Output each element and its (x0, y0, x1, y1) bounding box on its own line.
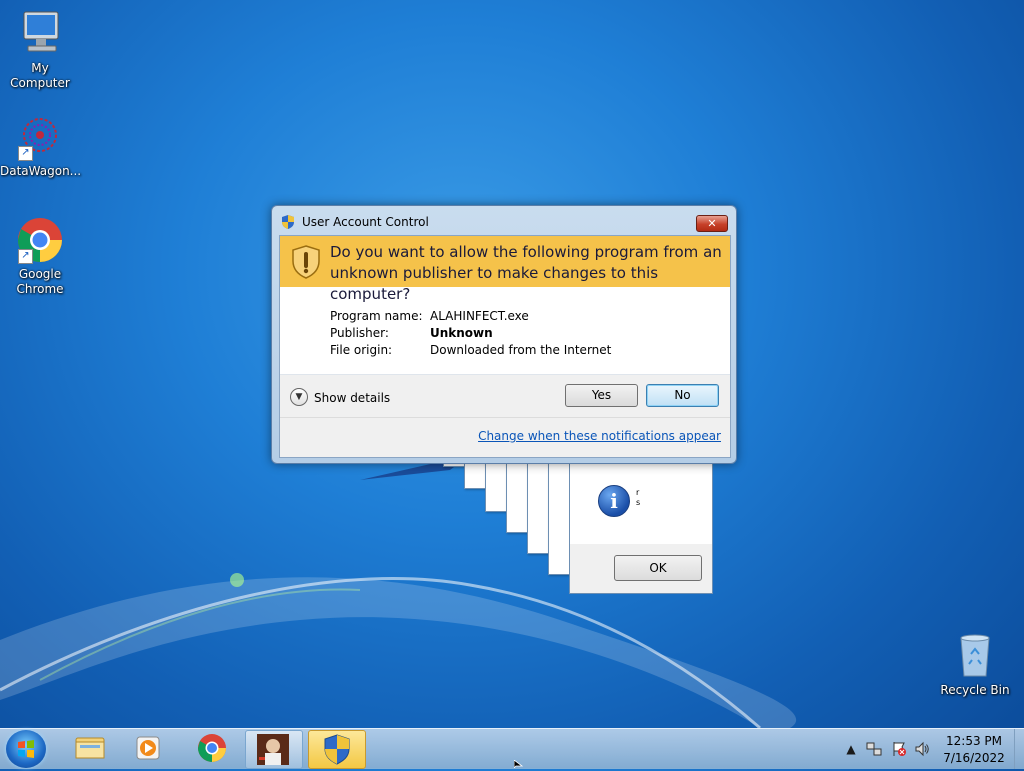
explorer-icon (75, 737, 105, 759)
info-label: Program name: (330, 309, 423, 323)
close-button[interactable]: ✕ (696, 215, 728, 232)
message-text-line: s (636, 498, 641, 507)
shortcut-arrow-icon: ↗ (18, 146, 33, 161)
desktop-icon-label: Recycle Bin (940, 683, 1010, 697)
uac-warning-banner: Do you want to allow the following progr… (280, 236, 730, 303)
shortcut-arrow-icon: ↗ (18, 249, 33, 264)
info-row-publisher: Publisher: Unknown (330, 325, 630, 342)
divider (280, 417, 730, 418)
info-row-program-name: Program name: ALAHINFECT.exe (330, 308, 630, 325)
taskbar-explorer[interactable] (62, 730, 118, 767)
alahinfect-app-icon (257, 734, 289, 765)
info-label: File origin: (330, 343, 393, 357)
network-icon[interactable] (866, 741, 882, 757)
clock-date: 7/16/2022 (943, 751, 1005, 765)
taskbar-media-player[interactable] (120, 730, 176, 767)
taskbar-clock[interactable]: 12:53 PM 7/16/2022 (930, 733, 1018, 767)
message-box-stacked[interactable] (548, 455, 570, 575)
close-icon: ✕ (707, 217, 717, 230)
uac-dialog[interactable]: User Account Control ✕ Do you want to al… (271, 205, 737, 464)
change-notifications-link[interactable]: Change when these notifications appear (478, 429, 721, 443)
uac-title: User Account Control (302, 215, 429, 229)
yes-button[interactable]: Yes (565, 384, 638, 407)
ok-button[interactable]: OK (614, 555, 702, 581)
action-center-icon[interactable] (891, 741, 907, 757)
show-hidden-icons[interactable]: ▲ (843, 741, 859, 757)
media-player-icon (136, 736, 160, 760)
volume-icon[interactable] (914, 741, 930, 757)
desktop-icon-my-computer[interactable]: My Computer (0, 10, 80, 91)
info-icon: i (598, 485, 630, 517)
uac-question: Do you want to allow the following progr… (330, 243, 722, 303)
desktop-icon-google-chrome[interactable]: ↗ Google Chrome (0, 216, 80, 297)
clock-time: 12:53 PM (946, 734, 1002, 748)
message-text-line: r (636, 488, 640, 497)
desktop-icon-label: Google Chrome (16, 267, 64, 296)
message-box-stacked[interactable] (506, 455, 528, 533)
desktop-icon-label: DataWagon... (0, 164, 82, 178)
recycle-bin-icon (951, 632, 999, 680)
uac-shield-small-icon (282, 215, 294, 229)
message-box-body: i r s (570, 456, 712, 544)
taskbar: ▲ 12:53 PM 7/16/2022 (0, 728, 1024, 769)
show-details-toggle[interactable]: Show details (314, 391, 390, 405)
desktop-icon-datawagon[interactable]: ↗ DataWagon... (0, 113, 82, 179)
chrome-icon (198, 734, 226, 762)
file-origin-value: Downloaded from the Internet (430, 343, 612, 357)
uac-shield-icon (324, 734, 350, 765)
show-desktop-button[interactable] (1014, 729, 1024, 769)
program-name-value: ALAHINFECT.exe (430, 309, 529, 323)
info-row-file-origin: File origin: Downloaded from the Interne… (330, 342, 630, 359)
message-box[interactable]: i r s OK (569, 455, 713, 594)
mouse-cursor-icon (514, 760, 524, 768)
uac-shield-icon (292, 245, 320, 279)
taskbar-chrome[interactable] (184, 730, 240, 767)
no-button[interactable]: No (646, 384, 719, 407)
uac-titlebar[interactable]: User Account Control ✕ (272, 206, 736, 236)
start-button[interactable] (6, 730, 46, 768)
taskbar-uac[interactable] (308, 730, 366, 769)
datawagon-icon: ↗ (16, 113, 64, 161)
windows-logo-icon (18, 740, 34, 758)
taskbar-alahinfect[interactable] (245, 730, 303, 769)
message-box-stacked[interactable] (527, 455, 549, 554)
chrome-icon: ↗ (16, 216, 64, 264)
uac-panel: Do you want to allow the following progr… (279, 235, 731, 458)
computer-icon (16, 10, 64, 58)
publisher-value: Unknown (430, 326, 493, 340)
chevron-down-icon[interactable]: ▼ (290, 388, 308, 406)
desktop-icon-recycle-bin[interactable]: Recycle Bin (935, 632, 1015, 698)
desktop-icon-label: My Computer (10, 61, 70, 90)
info-label: Publisher: (330, 326, 389, 340)
